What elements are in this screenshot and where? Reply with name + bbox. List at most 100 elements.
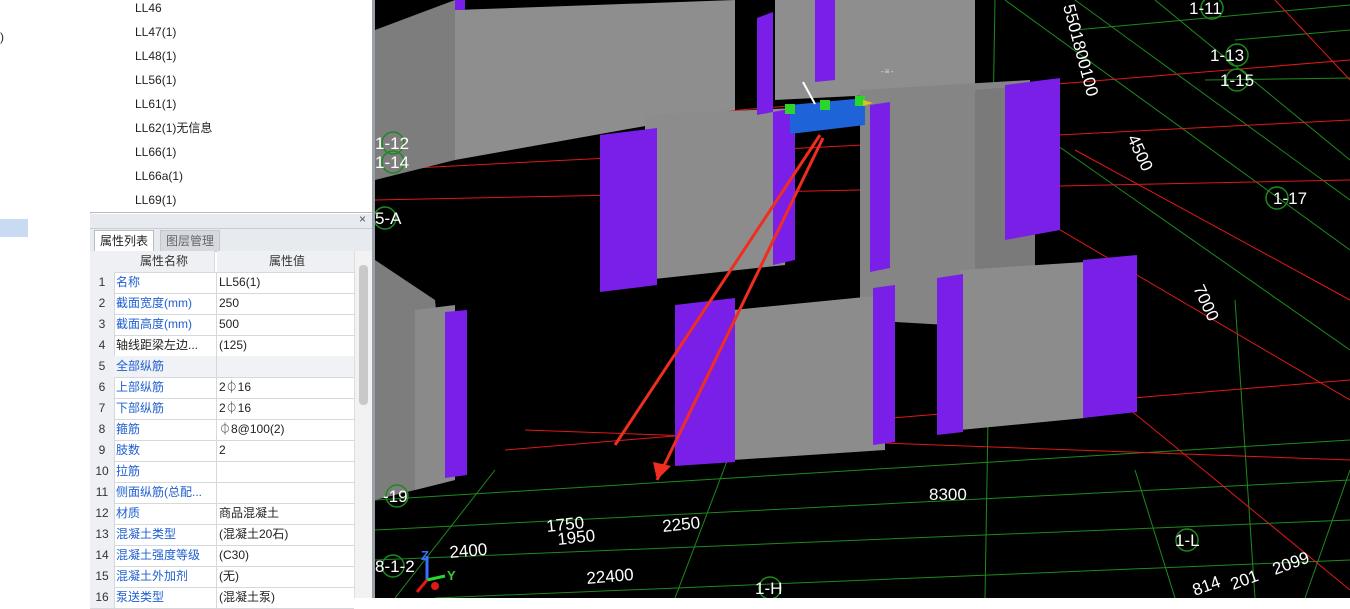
truncated-text: ): [0, 30, 4, 44]
row-number: 7: [90, 398, 115, 419]
axis-label: 1-14: [375, 153, 409, 172]
property-row[interactable]: 12 材质 商品混凝土: [90, 503, 354, 525]
row-number: 1: [90, 272, 115, 293]
property-row[interactable]: 4 轴线距梁左边... (125): [90, 335, 354, 357]
property-name: 名称: [114, 272, 217, 293]
dimension-label: 1950: [556, 526, 596, 549]
tree-item[interactable]: LL46: [135, 0, 162, 20]
grip-handle[interactable]: [820, 100, 830, 110]
dimension-label: 2099: [1270, 548, 1312, 579]
tab-properties[interactable]: 属性列表: [94, 230, 155, 252]
dimension-label: 5501800100: [1059, 2, 1102, 98]
dimension-label: 7000: [1189, 282, 1222, 324]
triad-z-label: Z: [421, 548, 429, 563]
row-number: 14: [90, 545, 115, 566]
tree-item[interactable]: LL61(1): [135, 92, 176, 116]
property-row[interactable]: 6 上部纵筋 2⏀16: [90, 377, 354, 399]
property-row[interactable]: 1 名称 LL56(1): [90, 272, 354, 294]
row-number: 2: [90, 293, 115, 314]
property-name: 轴线距梁左边...: [114, 335, 217, 356]
tree-item[interactable]: LL48(1): [135, 44, 176, 68]
dimension-label: 814: [1190, 572, 1223, 598]
row-number-header: [90, 251, 115, 272]
property-name: 侧面纵筋(总配...: [114, 482, 217, 503]
axis-label: 5-A: [375, 209, 402, 228]
dimension-label: 2250: [661, 513, 701, 536]
property-name: 拉筋: [114, 461, 217, 482]
property-row[interactable]: 15 混凝土外加剂 (无): [90, 566, 354, 588]
property-name: 下部纵筋: [114, 398, 217, 419]
property-value[interactable]: [217, 356, 355, 377]
dimension-label: 8300: [929, 485, 967, 504]
property-value[interactable]: (125): [217, 335, 355, 356]
property-value[interactable]: 250: [217, 293, 355, 314]
property-value[interactable]: (无): [217, 566, 355, 587]
property-name: 上部纵筋: [114, 377, 217, 398]
axis-label: 8-1-2: [375, 557, 415, 576]
3d-viewport[interactable]: -≡- 1-11 1-13 1-15 1-17 1-12 1-14 5-A -1…: [375, 0, 1350, 598]
axis-label: 1-12: [375, 134, 409, 153]
row-number: 4: [90, 335, 115, 356]
property-value[interactable]: 2⏀16: [217, 377, 355, 398]
row-number: 6: [90, 377, 115, 398]
tab-layers[interactable]: 图层管理: [160, 230, 221, 252]
row-number: 5: [90, 356, 115, 377]
property-name: 材质: [114, 503, 217, 524]
column-header-value: 属性值: [217, 251, 355, 272]
property-row[interactable]: 9 肢数 2: [90, 440, 354, 462]
axis-label: 1-13: [1210, 46, 1244, 65]
row-number: 8: [90, 419, 115, 440]
property-value[interactable]: ⏀8@100(2): [217, 419, 355, 440]
property-row[interactable]: 8 箍筋 ⏀8@100(2): [90, 419, 354, 441]
tree-item[interactable]: LL66(1): [135, 140, 176, 164]
tree-item[interactable]: LL56(1): [135, 68, 176, 92]
property-value[interactable]: LL56(1): [217, 272, 355, 293]
grip-handle[interactable]: [785, 104, 795, 114]
property-value[interactable]: 2: [217, 440, 355, 461]
component-tree: LL46 LL47(1) LL48(1) LL56(1) LL61(1) LL6…: [90, 0, 373, 213]
dimension-label: 4500: [1123, 132, 1156, 174]
row-number: 12: [90, 503, 115, 524]
axis-label: 1-L: [1175, 531, 1200, 550]
scrollbar-thumb[interactable]: [359, 265, 368, 405]
tree-item[interactable]: LL62(1)无信息: [135, 116, 212, 140]
property-value[interactable]: [217, 461, 355, 482]
property-value[interactable]: [217, 482, 355, 503]
tree-item[interactable]: LL47(1): [135, 20, 176, 44]
properties-panel: × 属性列表 图层管理 属性名称 属性值 1 名称 LL56(1) 2 截面宽度…: [90, 212, 373, 609]
property-value[interactable]: 商品混凝土: [217, 503, 355, 524]
property-value[interactable]: 500: [217, 314, 355, 335]
selected-item-highlight[interactable]: [0, 219, 28, 237]
property-group-row[interactable]: 5 全部纵筋: [90, 356, 355, 378]
property-row[interactable]: 7 下部纵筋 2⏀16: [90, 398, 354, 420]
property-name: 混凝土外加剂: [114, 566, 217, 587]
property-name: 混凝土强度等级: [114, 545, 217, 566]
property-name: 肢数: [114, 440, 217, 461]
property-row[interactable]: 14 混凝土强度等级 (C30): [90, 545, 354, 567]
panel-tabs: 属性列表 图层管理: [90, 229, 372, 252]
property-value[interactable]: 2⏀16: [217, 398, 355, 419]
property-name: 全部纵筋: [114, 356, 217, 377]
property-row[interactable]: 11 侧面纵筋(总配...: [90, 482, 354, 504]
model-canvas[interactable]: -≡- 1-11 1-13 1-15 1-17 1-12 1-14 5-A -1…: [375, 0, 1350, 598]
property-row[interactable]: 13 混凝土类型 (混凝土20石): [90, 524, 354, 546]
property-row[interactable]: 10 拉筋: [90, 461, 354, 483]
axis-label: 1-H: [755, 579, 782, 598]
property-row[interactable]: 2 截面宽度(mm) 250: [90, 293, 354, 315]
dimension-label: 201: [1228, 566, 1261, 594]
dimension-label: 22400: [586, 565, 635, 588]
row-number: 13: [90, 524, 115, 545]
axis-label: 1-15: [1220, 71, 1254, 90]
vertical-scrollbar[interactable]: [354, 251, 373, 598]
property-name: 箍筋: [114, 419, 217, 440]
beam-label-glyph: -≡-: [880, 68, 894, 77]
property-row[interactable]: 3 截面高度(mm) 500: [90, 314, 354, 336]
property-value[interactable]: (C30): [217, 545, 355, 566]
property-row[interactable]: 16 泵送类型 (混凝土泵): [90, 587, 354, 609]
close-icon[interactable]: ×: [359, 212, 366, 226]
tree-item[interactable]: LL66a(1): [135, 164, 183, 188]
axis-label: 1-11: [1189, 0, 1222, 18]
property-value[interactable]: (混凝土20石): [217, 524, 355, 545]
tree-item[interactable]: LL69(1): [135, 188, 176, 212]
row-number: 10: [90, 461, 115, 482]
